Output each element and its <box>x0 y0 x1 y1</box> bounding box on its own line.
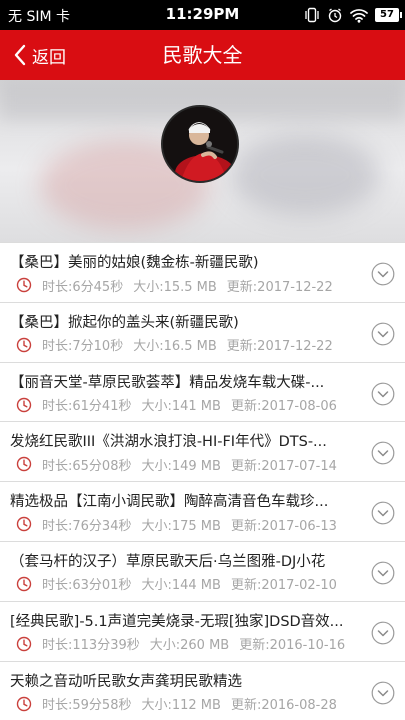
chevron-down-circle-icon[interactable] <box>371 501 395 525</box>
header-banner <box>0 80 405 242</box>
clock-icon <box>16 277 32 293</box>
song-meta: 时长:76分34秒 大小:175 MB 更新:2017-06-13 <box>16 515 337 534</box>
song-size: 大小:144 MB <box>141 578 221 594</box>
banner-shade-right <box>230 135 380 215</box>
chevron-down-circle-icon[interactable] <box>371 262 395 286</box>
song-item[interactable]: （套马杆的汉子）草原民歌天后·乌兰图雅-DJ小花 时长:63分01秒 大小:14… <box>0 541 405 602</box>
song-size: 大小:112 MB <box>141 698 221 714</box>
singer-photo <box>163 107 237 181</box>
song-updated: 更新:2017-06-13 <box>230 518 337 534</box>
song-updated: 更新:2017-12-22 <box>226 279 333 295</box>
song-item[interactable]: 发烧红民歌III《洪湖水浪打浪-HI-FI年代》DTS-... 时长:65分08… <box>0 422 405 483</box>
song-duration: 时长:7分10秒 <box>42 339 124 355</box>
alarm-icon <box>328 8 342 23</box>
song-meta: 时长:61分41秒 大小:141 MB 更新:2017-08-06 <box>16 396 337 414</box>
song-meta: 时长:7分10秒 大小:16.5 MB 更新:2017-12-22 <box>16 336 333 354</box>
chevron-down-circle-icon[interactable] <box>371 322 395 346</box>
chevron-down-circle-icon[interactable] <box>371 621 395 645</box>
song-meta: 时长:6分45秒 大小:15.5 MB 更新:2017-12-22 <box>16 276 333 295</box>
song-title: [经典民歌]-5.1声道完美烧录-无瑕[独家]DSD音效... <box>10 613 344 630</box>
song-meta: 时长:113分39秒 大小:260 MB 更新:2016-10-16 <box>16 635 345 653</box>
song-title: 【桑巴】掀起你的盖头来(新疆民歌) <box>10 314 239 331</box>
back-button[interactable]: 返回 <box>14 30 66 80</box>
song-size: 大小:149 MB <box>141 458 221 474</box>
song-updated: 更新:2016-10-16 <box>239 638 346 654</box>
chevron-down-circle-icon[interactable] <box>371 382 395 406</box>
song-meta: 时长:59分58秒 大小:112 MB 更新:2016-08-28 <box>16 695 337 713</box>
clock-icon <box>16 696 32 711</box>
clock-icon <box>16 576 32 592</box>
song-duration: 时长:61分41秒 <box>42 399 132 415</box>
chevron-left-icon <box>14 44 26 66</box>
back-label: 返回 <box>32 47 66 68</box>
song-title: 天赖之音动听民歌女声龚玥民歌精选 <box>10 673 242 690</box>
song-updated: 更新:2017-02-10 <box>230 578 337 594</box>
song-duration: 时长:76分34秒 <box>42 518 132 534</box>
song-duration: 时长:65分08秒 <box>42 458 132 474</box>
song-item[interactable]: 天赖之音动听民歌女声龚玥民歌精选 时长:59分58秒 大小:112 MB 更新:… <box>0 661 405 720</box>
clock-icon <box>16 457 32 472</box>
clock-icon <box>16 337 32 352</box>
status-bar: 无 SIM 卡 11:29PM 57 <box>0 0 405 30</box>
clock-icon <box>16 397 32 412</box>
song-title: 发烧红民歌III《洪湖水浪打浪-HI-FI年代》DTS-... <box>10 434 327 451</box>
song-size: 大小:175 MB <box>141 518 221 534</box>
song-duration: 时长:63分01秒 <box>42 578 132 594</box>
clock-icon <box>16 516 32 532</box>
chevron-down-circle-icon[interactable] <box>371 561 395 585</box>
song-list: 【桑巴】美丽的姑娘(魏金栋-新疆民歌) 时长:6分45秒 大小:15.5 MB … <box>0 242 405 720</box>
song-duration: 时长:6分45秒 <box>42 279 124 295</box>
song-size: 大小:16.5 MB <box>133 339 217 355</box>
song-size: 大小:260 MB <box>149 638 230 654</box>
song-duration: 时长:59分58秒 <box>42 698 132 714</box>
singer-avatar <box>161 105 239 183</box>
song-updated: 更新:2017-07-14 <box>230 458 337 474</box>
song-title: 精选极品【江南小调民歌】陶醉高清音色车载珍... <box>10 494 329 511</box>
status-icons: 57 <box>304 6 402 24</box>
clock-icon <box>16 636 32 651</box>
song-item[interactable]: 【丽音天堂-草原民歌荟萃】精品发烧车载大碟-... 时长:61分41秒 大小:1… <box>0 362 405 423</box>
nav-bar: 返回 民歌大全 <box>0 30 405 80</box>
song-item[interactable]: 精选极品【江南小调民歌】陶醉高清音色车载珍... 时长:76分34秒 大小:17… <box>0 482 405 542</box>
chevron-down-circle-icon[interactable] <box>371 441 395 465</box>
song-size: 大小:141 MB <box>141 399 221 415</box>
song-updated: 更新:2016-08-28 <box>230 698 337 714</box>
song-updated: 更新:2017-08-06 <box>230 399 337 415</box>
battery-icon: 57 <box>375 8 402 22</box>
song-item[interactable]: [经典民歌]-5.1声道完美烧录-无瑕[独家]DSD音效... 时长:113分3… <box>0 601 405 662</box>
song-title: 【桑巴】美丽的姑娘(魏金栋-新疆民歌) <box>10 255 259 271</box>
song-item[interactable]: 【桑巴】美丽的姑娘(魏金栋-新疆民歌) 时长:6分45秒 大小:15.5 MB … <box>0 243 405 303</box>
song-meta: 时长:63分01秒 大小:144 MB 更新:2017-02-10 <box>16 575 337 593</box>
vibrate-icon <box>305 7 319 23</box>
song-updated: 更新:2017-12-22 <box>226 339 333 355</box>
song-title: （套马杆的汉子）草原民歌天后·乌兰图雅-DJ小花 <box>10 553 326 570</box>
song-title: 【丽音天堂-草原民歌荟萃】精品发烧车载大碟-... <box>10 374 325 391</box>
song-size: 大小:15.5 MB <box>133 279 217 295</box>
song-duration: 时长:113分39秒 <box>42 638 140 654</box>
song-meta: 时长:65分08秒 大小:149 MB 更新:2017-07-14 <box>16 455 337 474</box>
chevron-down-circle-icon[interactable] <box>371 681 395 705</box>
song-item[interactable]: 【桑巴】掀起你的盖头来(新疆民歌) 时长:7分10秒 大小:16.5 MB 更新… <box>0 302 405 363</box>
wifi-icon <box>350 8 368 23</box>
